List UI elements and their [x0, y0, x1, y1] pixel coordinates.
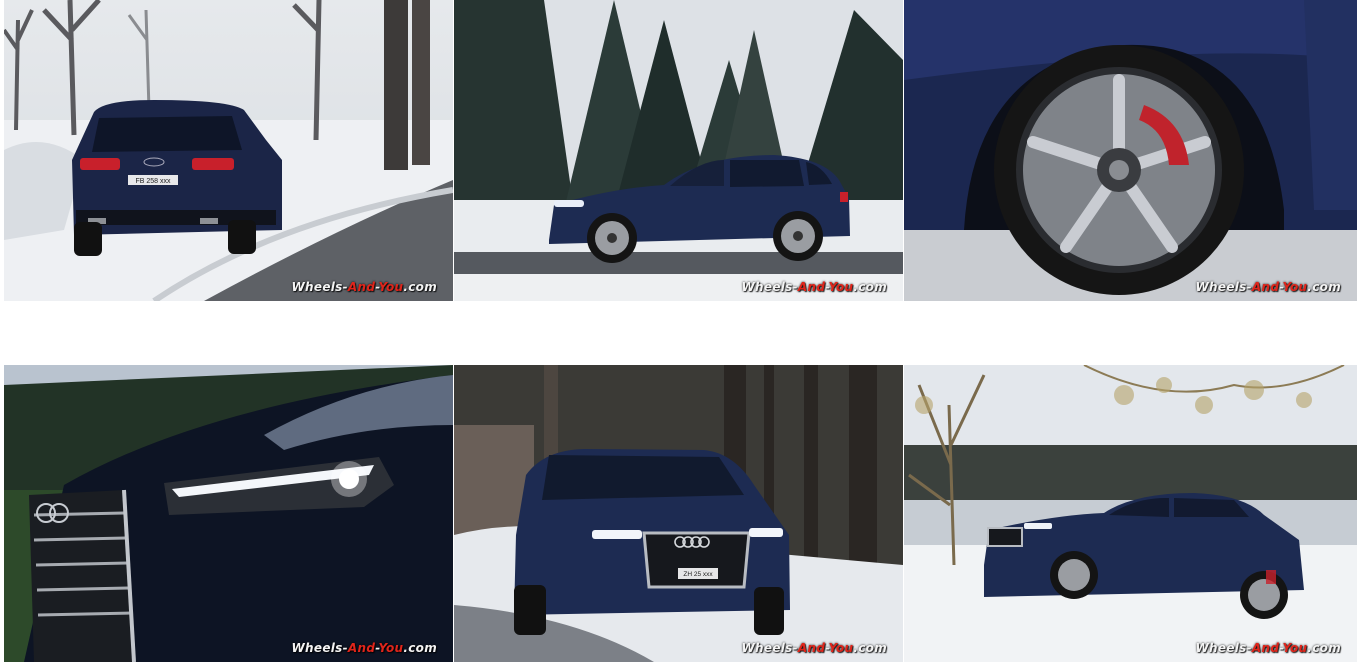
photo-wheel-closeup[interactable]: Wheels-And-You.com: [904, 0, 1357, 301]
svg-text:ZH 25 xxx: ZH 25 xxx: [683, 571, 713, 578]
svg-text:FB 258 xxx: FB 258 xxx: [135, 178, 171, 185]
rear-view-image: FB 258 xxx: [4, 0, 453, 301]
side-view-image: [454, 0, 903, 301]
photo-headlight-closeup[interactable]: Wheels-And-You.com: [4, 365, 453, 662]
photo-side-view-pines[interactable]: Wheels-And-You.com: [454, 0, 903, 301]
watermark: Wheels-And-You.com: [741, 641, 887, 655]
watermark: Wheels-And-You.com: [1195, 641, 1341, 655]
front-forest-image: ZH 25 xxx: [454, 365, 903, 662]
lake-field-image: [904, 365, 1357, 662]
watermark: Wheels-And-You.com: [291, 641, 437, 655]
photo-front-forest[interactable]: ZH 25 xxx Wheels-And-You.com: [454, 365, 903, 662]
headlight-closeup-image: [4, 365, 453, 662]
watermark: Wheels-And-You.com: [1195, 280, 1341, 294]
watermark: Wheels-And-You.com: [741, 280, 887, 294]
wheel-closeup-image: [904, 0, 1357, 301]
watermark: Wheels-And-You.com: [291, 280, 437, 294]
photo-rear-snow-road[interactable]: FB 258 xxx Wheels-And-You.com: [4, 0, 453, 301]
photo-lake-field[interactable]: Wheels-And-You.com: [904, 365, 1357, 662]
